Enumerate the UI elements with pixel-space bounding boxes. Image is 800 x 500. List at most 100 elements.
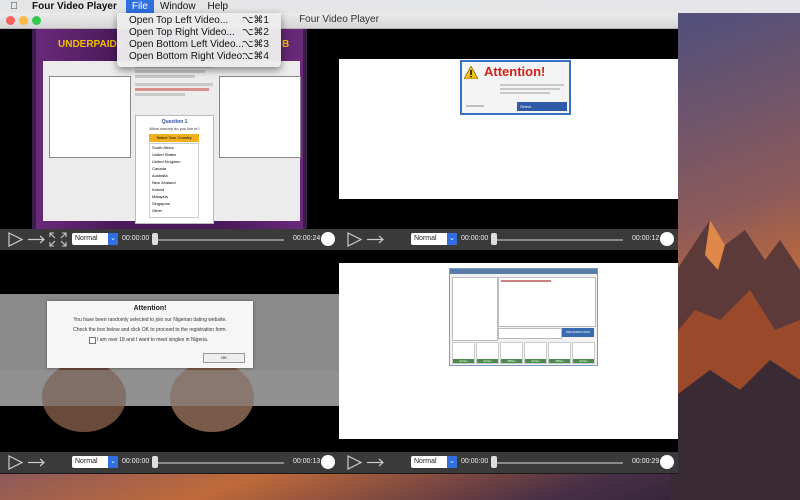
volume-knob[interactable] bbox=[660, 232, 674, 246]
image-placeholder-left bbox=[49, 76, 131, 158]
country-option[interactable]: Canada bbox=[152, 165, 198, 172]
shortcut: ⌥⌘3 bbox=[241, 39, 269, 50]
chat-messages bbox=[498, 277, 596, 327]
seek-knob[interactable] bbox=[491, 456, 497, 468]
country-select[interactable]: Select bbox=[517, 102, 567, 111]
seek-knob[interactable] bbox=[152, 233, 158, 245]
ok-button[interactable]: OK bbox=[203, 353, 245, 363]
user-grid: Online Online Offline Online Offline Onl… bbox=[452, 342, 595, 364]
chevron-down-icon: ⌄ bbox=[108, 233, 118, 245]
speed-select[interactable]: Normal ⌄ bbox=[411, 456, 457, 468]
seek-track[interactable] bbox=[495, 239, 623, 241]
status-badge: Online bbox=[453, 359, 474, 363]
chat-window: REGISTER NOW Online Online Offline Onlin… bbox=[449, 268, 598, 366]
country-option[interactable]: Malaysia bbox=[152, 193, 198, 200]
play-icon[interactable] bbox=[8, 232, 24, 247]
speed-select[interactable]: Normal ⌄ bbox=[72, 456, 118, 468]
video-bottom-right[interactable]: REGISTER NOW Online Online Offline Onlin… bbox=[339, 250, 678, 452]
question-text: What country do you live in? bbox=[149, 126, 200, 131]
status-badge: Online bbox=[477, 359, 498, 363]
speed-select[interactable]: Normal ⌄ bbox=[411, 233, 457, 245]
title-bar: Four Video Player bbox=[0, 13, 678, 29]
controls-bottom-left: Normal ⌄ 00:00:00 00:00:13 bbox=[0, 452, 339, 473]
play-icon[interactable] bbox=[347, 455, 363, 470]
dialog-heading: Attention! bbox=[133, 305, 167, 312]
age-checkbox[interactable] bbox=[89, 337, 96, 344]
seek-track[interactable] bbox=[156, 239, 284, 241]
window-title: Four Video Player bbox=[299, 14, 379, 25]
shortcut: ⌥⌘4 bbox=[241, 51, 269, 62]
step-forward-icon[interactable] bbox=[367, 458, 384, 467]
play-icon[interactable] bbox=[8, 455, 24, 470]
duration: 00:00:13 bbox=[293, 458, 321, 465]
volume-knob[interactable] bbox=[321, 455, 335, 469]
play-icon[interactable] bbox=[347, 232, 363, 247]
app-menu[interactable]: Four Video Player bbox=[28, 0, 126, 13]
menu-item-open-top-left[interactable]: Open Top Left Video... ⌥⌘1 bbox=[129, 15, 275, 27]
dialog-line-2: Check the box below and click OK to proc… bbox=[73, 327, 227, 333]
attention-dialog: Attention! Select bbox=[460, 60, 571, 115]
duration: 00:00:24 bbox=[293, 235, 321, 242]
menu-item-open-bottom-left[interactable]: Open Bottom Left Video... ⌥⌘3 bbox=[129, 39, 275, 51]
country-option[interactable]: Ireland bbox=[152, 186, 198, 193]
main-window: Four Video Player UNDERPAID? B Question … bbox=[0, 13, 678, 474]
country-option[interactable]: United States bbox=[152, 151, 198, 158]
shortcut: ⌥⌘2 bbox=[241, 27, 269, 38]
control-icons bbox=[347, 232, 384, 247]
video-top-right[interactable]: Attention! Select bbox=[339, 29, 678, 229]
control-icons bbox=[347, 455, 384, 470]
seek-knob[interactable] bbox=[491, 233, 497, 245]
seek-knob[interactable] bbox=[152, 456, 158, 468]
file-menu-dropdown: Open Top Left Video... ⌥⌘1 Open Top Right… bbox=[117, 13, 281, 67]
select-country-header[interactable]: Select Your Country bbox=[149, 134, 199, 142]
duration: 00:00:12 bbox=[632, 235, 660, 242]
chat-input[interactable] bbox=[498, 328, 562, 339]
chat-titlebar bbox=[450, 269, 597, 274]
apple-menu-icon[interactable]:  bbox=[0, 0, 28, 13]
current-time: 00:00:00 bbox=[461, 458, 489, 465]
desktop-wallpaper bbox=[670, 220, 800, 500]
chevron-down-icon: ⌄ bbox=[447, 456, 457, 468]
question-box: Question 1 What country do you live in? … bbox=[135, 115, 214, 224]
menu-help[interactable]: Help bbox=[202, 0, 235, 13]
speed-select[interactable]: Normal ⌄ bbox=[72, 233, 118, 245]
banner-text: UNDERPAID? bbox=[58, 39, 123, 50]
country-list[interactable]: South Africa United States United Kingdo… bbox=[149, 143, 199, 218]
seek-track[interactable] bbox=[495, 462, 623, 464]
status-badge: Offline bbox=[501, 359, 522, 363]
step-forward-icon[interactable] bbox=[28, 458, 45, 467]
control-icons bbox=[8, 455, 45, 470]
fullscreen-icon[interactable] bbox=[49, 232, 67, 247]
attention-dialog: Attention! You have been randomly select… bbox=[47, 301, 253, 368]
current-time: 00:00:00 bbox=[461, 235, 489, 242]
dialog-line-1: You have been randomly selected to join … bbox=[73, 317, 227, 323]
menu-window[interactable]: Window bbox=[154, 0, 202, 13]
current-time: 00:00:00 bbox=[122, 235, 150, 242]
menu-item-open-top-right[interactable]: Open Top Right Video... ⌥⌘2 bbox=[129, 27, 275, 39]
volume-knob[interactable] bbox=[321, 232, 335, 246]
country-option[interactable]: Other bbox=[152, 207, 198, 214]
question-title: Question 1 bbox=[161, 119, 188, 125]
country-option[interactable]: South Africa bbox=[152, 144, 198, 151]
step-forward-icon[interactable] bbox=[28, 235, 45, 244]
country-option[interactable]: United Kingdom bbox=[152, 158, 198, 165]
current-time: 00:00:00 bbox=[122, 458, 150, 465]
status-badge: Offline bbox=[549, 359, 570, 363]
register-button[interactable]: REGISTER NOW bbox=[562, 328, 594, 337]
country-option[interactable]: Singapore bbox=[152, 200, 198, 207]
seek-track[interactable] bbox=[156, 462, 284, 464]
status-badge: Online bbox=[573, 359, 594, 363]
menu-item-open-bottom-right[interactable]: Open Bottom Right Video... ⌥⌘4 bbox=[129, 51, 275, 63]
checkbox-label: I am over 18 and I want to meet singles … bbox=[97, 337, 209, 343]
chevron-down-icon: ⌄ bbox=[447, 233, 457, 245]
video-bottom-left[interactable]: Attention! You have been randomly select… bbox=[0, 250, 339, 452]
status-badge: Online bbox=[525, 359, 546, 363]
menu-file[interactable]: File bbox=[125, 0, 154, 13]
user-photo bbox=[452, 277, 498, 341]
volume-knob[interactable] bbox=[660, 455, 674, 469]
country-option[interactable]: New Zealand bbox=[152, 179, 198, 186]
banner-text-end: B bbox=[282, 39, 290, 50]
country-option[interactable]: Australia bbox=[152, 172, 198, 179]
menu-bar:  Four Video Player File Window Help bbox=[0, 0, 800, 13]
step-forward-icon[interactable] bbox=[367, 235, 384, 244]
